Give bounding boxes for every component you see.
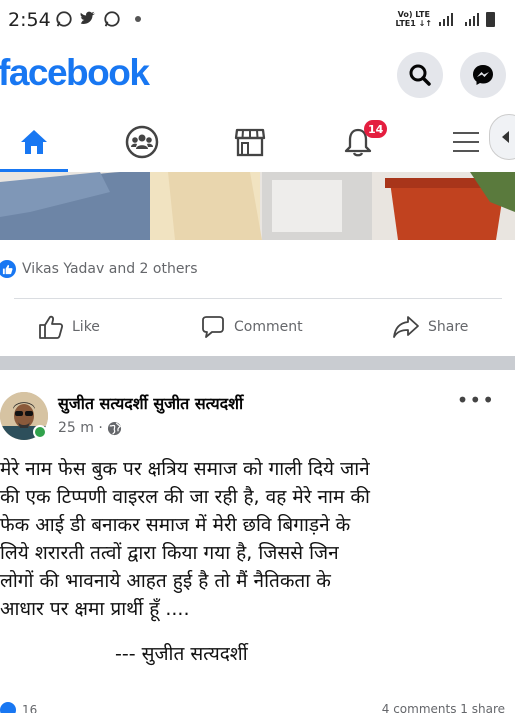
post-timestamp[interactable]: 25 m · [58, 420, 103, 436]
like-reaction-icon [0, 260, 16, 278]
post-action-bar: Like Comment Share [0, 306, 515, 350]
facebook-logo[interactable]: facebook [0, 52, 150, 94]
network-indicator: Vo) LTE LTE1 ↓↑ [395, 10, 432, 28]
divider [14, 298, 502, 299]
thumbs-up-icon [39, 315, 64, 339]
tab-marketplace[interactable] [220, 112, 280, 172]
comment-button[interactable]: Comment [200, 314, 303, 340]
post-photo[interactable] [0, 172, 515, 240]
engagement-counts: 16 4 comments 1 share [0, 700, 515, 713]
like-label: Like [72, 319, 100, 335]
twitter-icon [80, 11, 96, 24]
home-icon [21, 130, 47, 154]
share-icon [393, 316, 419, 338]
app-header: facebook [0, 40, 515, 108]
chevron-left-icon [502, 131, 509, 143]
globe-icon [107, 421, 121, 435]
tab-home[interactable] [4, 112, 64, 172]
tab-menu[interactable] [436, 112, 496, 172]
messenger-button[interactable] [460, 52, 506, 98]
comment-label: Comment [234, 319, 303, 335]
reactions-summary[interactable]: Vikas Yadav and 2 others [0, 256, 198, 282]
status-system-icons: Vo) LTE LTE1 ↓↑ [396, 10, 495, 28]
search-button[interactable] [397, 52, 443, 98]
reactions-text: Vikas Yadav and 2 others [22, 261, 198, 277]
status-time: 2:54 [8, 9, 51, 31]
whatsapp-icon [56, 11, 72, 27]
signal-icon [465, 13, 479, 26]
online-status-dot [33, 425, 47, 439]
battery-icon [486, 11, 495, 27]
share-button[interactable]: Share [392, 314, 468, 340]
share-label: Share [428, 319, 469, 335]
status-notification-icons [55, 10, 141, 28]
post-text: मेरे नाम फेस बुक पर क्षत्रिय समाज को गाल… [0, 458, 370, 620]
signal-icon [439, 13, 453, 26]
groups-icon [125, 125, 159, 159]
tab-notifications[interactable]: 14 [328, 112, 388, 172]
notification-count-badge: 14 [364, 120, 388, 138]
likes-count: 16 [22, 703, 38, 713]
search-icon [409, 64, 431, 86]
post-signature: --- सुजीत सत्यदर्शी [115, 643, 248, 665]
more-notifications-dot [135, 16, 141, 22]
thumbs-up-icon [2, 264, 13, 274]
feed-separator [0, 356, 515, 370]
post-meta: 25 m · [58, 420, 122, 436]
post-photo-content [0, 172, 515, 240]
like-reaction-icon [0, 702, 16, 713]
whatsapp-icon [104, 11, 120, 27]
like-button[interactable]: Like [38, 314, 100, 340]
tab-groups[interactable] [112, 112, 172, 172]
status-bar: 2:54 Vo) LTE LTE1 ↓↑ [0, 0, 515, 40]
messenger-icon [473, 65, 493, 85]
tab-bar: 14 [0, 112, 515, 172]
likes-summary[interactable]: 16 [0, 702, 37, 713]
post-author-name[interactable]: सुजीत सत्यदर्शी सुजीत सत्यदर्शी [58, 392, 243, 414]
comment-icon [202, 316, 224, 338]
more-options-button[interactable]: ••• [457, 388, 495, 412]
comments-shares-count[interactable]: 4 comments 1 share [382, 702, 505, 713]
menu-icon [453, 132, 479, 152]
marketplace-icon [234, 128, 266, 157]
back-arrow-button[interactable] [489, 114, 515, 160]
